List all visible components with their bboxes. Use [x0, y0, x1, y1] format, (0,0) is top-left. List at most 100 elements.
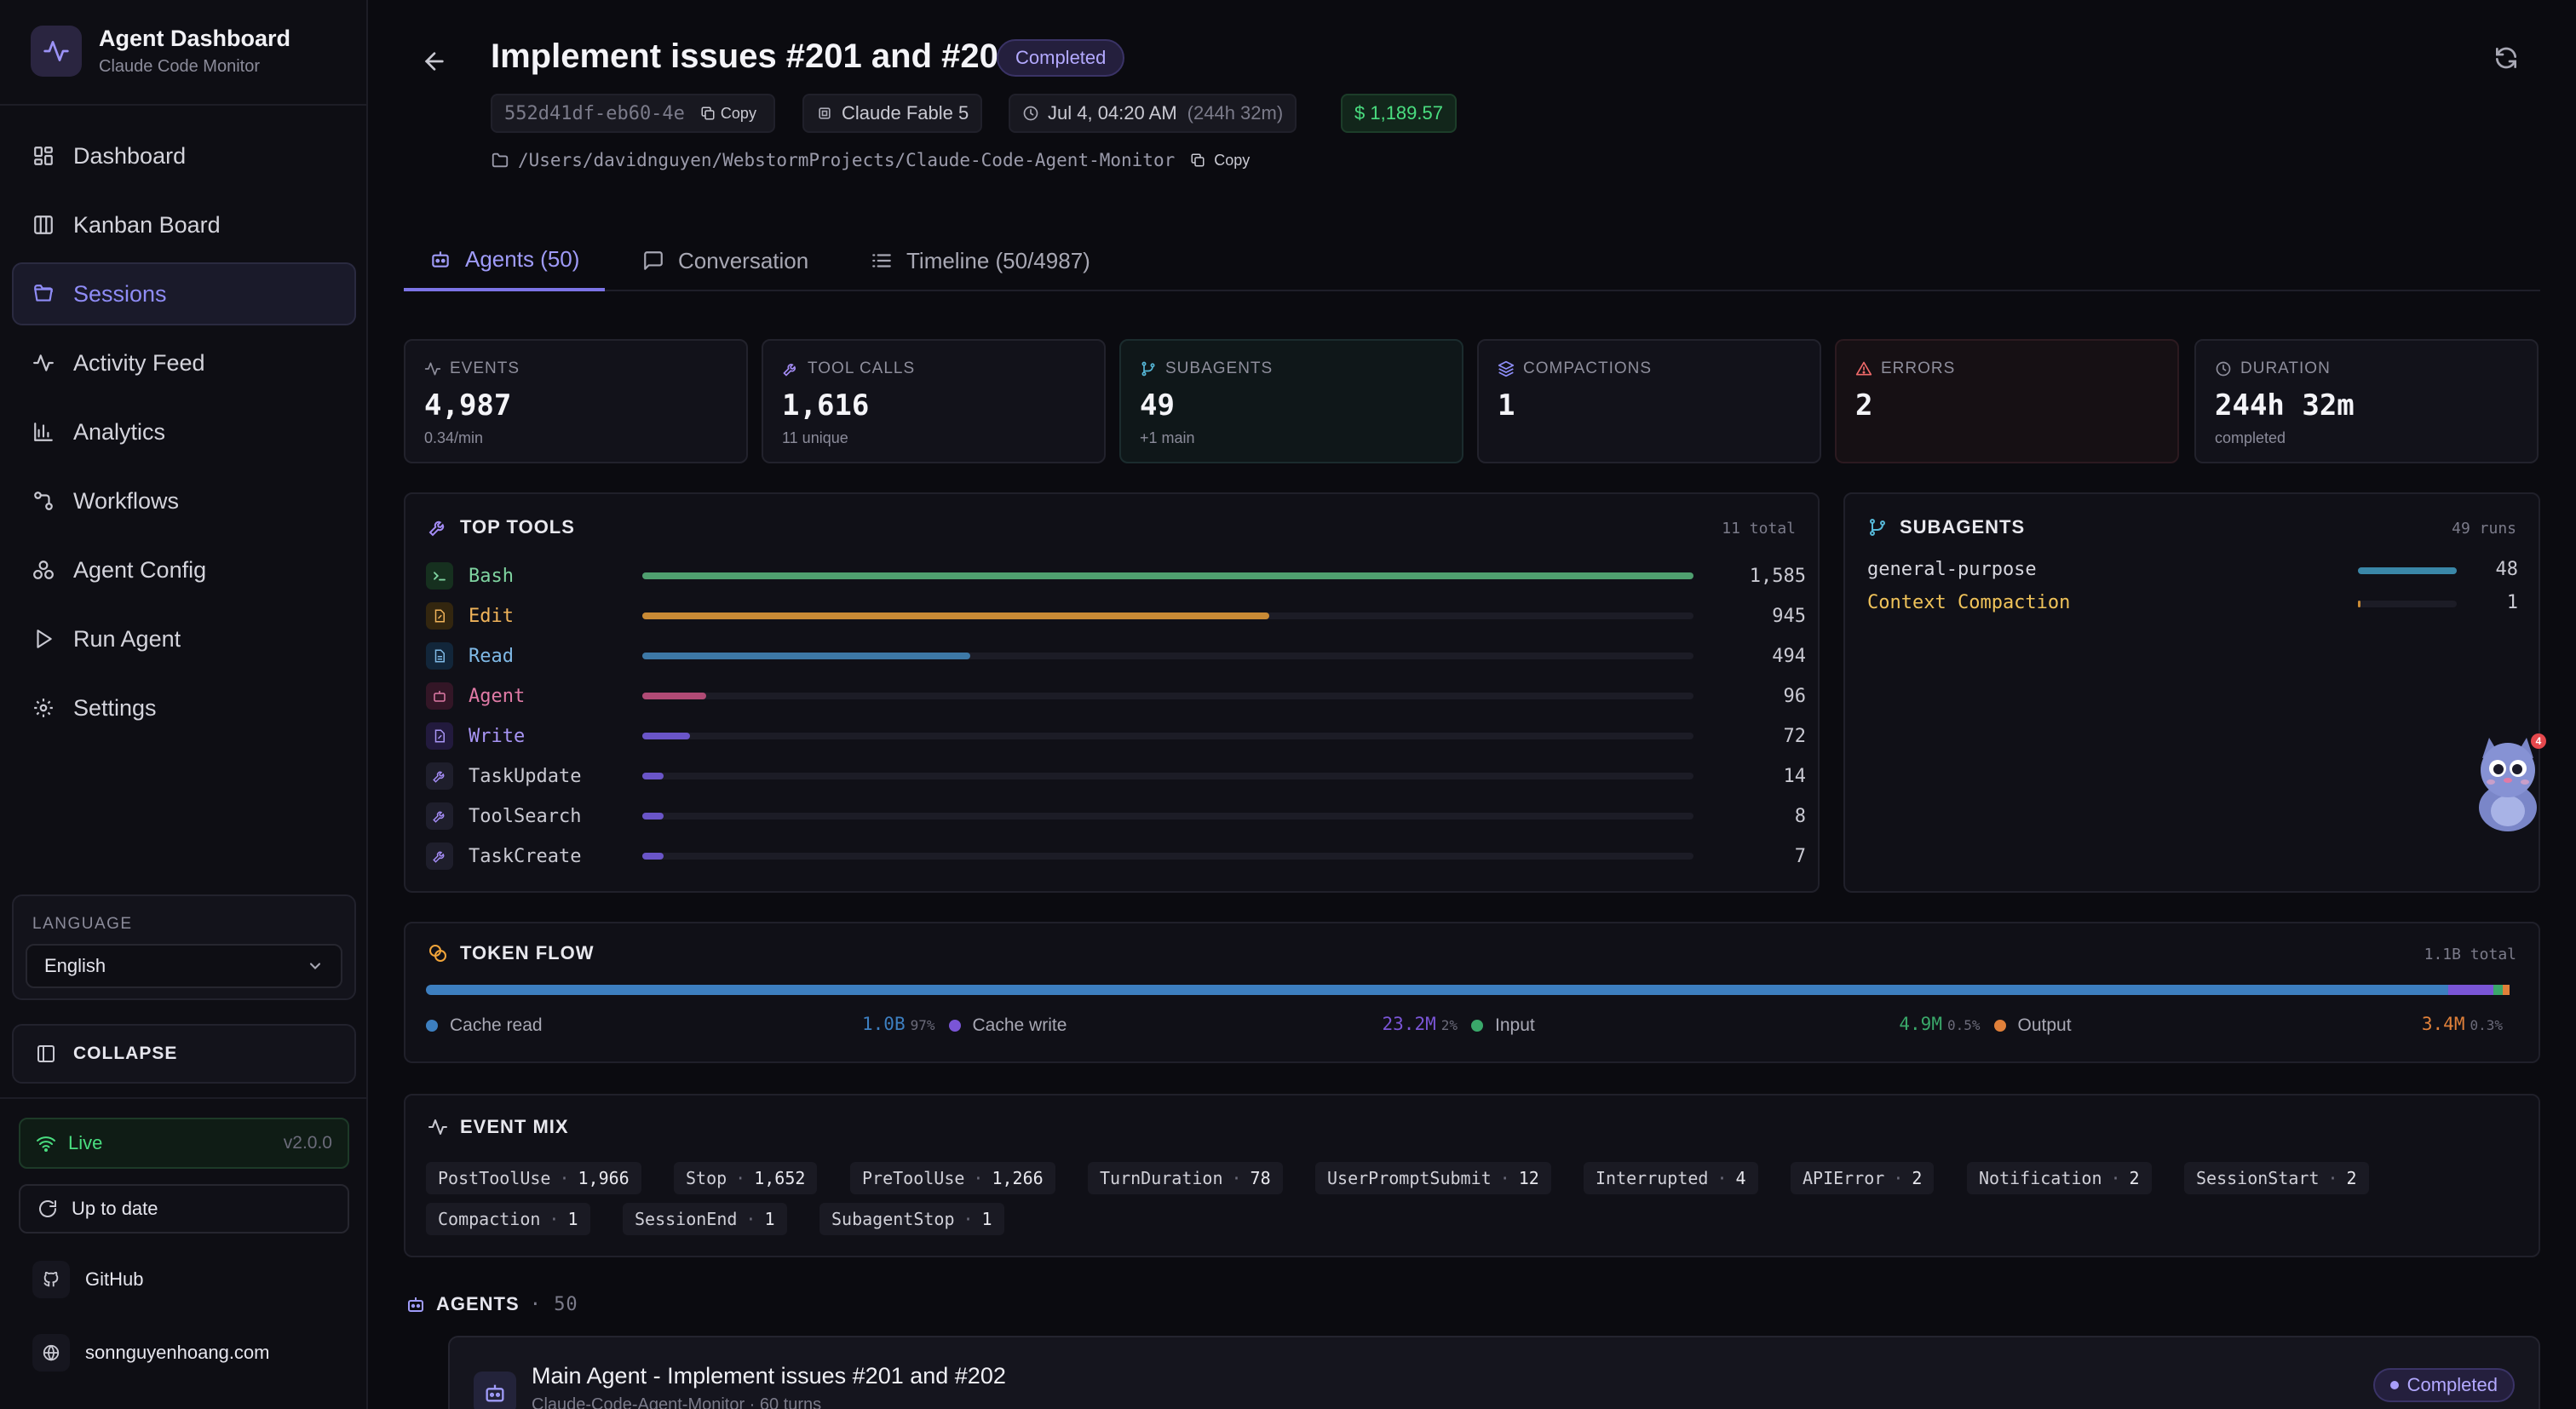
token-bar-segment — [2502, 985, 2510, 995]
sidebar-item-agent-config[interactable]: Agent Config — [12, 538, 356, 601]
token-value: 1.0B 97% — [862, 1014, 934, 1034]
legend-dot — [948, 1020, 961, 1032]
sidebar-item-label: Analytics — [73, 418, 166, 445]
file-write-icon — [426, 722, 453, 750]
sidebar-item-settings[interactable]: Settings — [12, 676, 356, 739]
tool-count: 945 — [1772, 606, 1806, 627]
globe-icon — [32, 1334, 70, 1372]
wifi-icon — [36, 1133, 68, 1153]
collapse-button[interactable]: COLLAPSE — [12, 1024, 356, 1084]
sidebar-item-label: Workflows — [73, 487, 180, 514]
github-label: GitHub — [85, 1268, 144, 1290]
stat-label: EVENTS — [450, 359, 520, 377]
stat-value: 49 — [1140, 388, 1175, 423]
agent-card-main[interactable]: Main Agent - Implement issues #201 and #… — [448, 1336, 2540, 1409]
arrow-left-icon — [421, 48, 448, 75]
clock-icon — [1022, 105, 1048, 122]
tool-row: TaskCreate 7 — [426, 839, 1806, 873]
refresh-icon — [2493, 44, 2520, 72]
copy-icon — [700, 106, 721, 121]
copy-id-button[interactable]: Copy — [700, 105, 756, 123]
stat-value: 1,616 — [782, 388, 870, 423]
token-percent: 2% — [1440, 1017, 1458, 1033]
token-legend-label: Input — [1495, 1015, 1535, 1035]
tool-count: 96 — [1783, 686, 1807, 707]
token-legend-item: Input — [1471, 1015, 1535, 1036]
project-path-row: /Users/davidnguyen/WebstormProjects/Clau… — [491, 150, 1250, 170]
tab-bar: Agents (50) Conversation Timeline (50/49… — [404, 230, 2540, 291]
event-name: PostToolUse — [438, 1168, 551, 1188]
tool-bar — [642, 853, 664, 860]
folder-open-icon — [32, 283, 73, 305]
activity-icon — [32, 352, 73, 374]
copy-label: Copy — [1214, 151, 1251, 169]
bot-icon — [405, 1294, 436, 1314]
stat-card-tool-calls: TOOL CALLS 1,616 11 unique — [762, 339, 1106, 463]
wrench-icon — [782, 360, 808, 377]
workflow-icon — [32, 490, 73, 512]
tool-name: Read — [469, 646, 514, 667]
tab-timeline[interactable]: Timeline (50/4987) — [871, 230, 1090, 291]
sidebar-item-analytics[interactable]: Analytics — [12, 400, 356, 463]
tool-name: Bash — [469, 566, 514, 587]
subagent-bar — [2358, 601, 2361, 607]
tool-name: TaskUpdate — [469, 766, 582, 787]
update-button[interactable]: Up to date — [19, 1184, 349, 1234]
tab-label: Timeline (50/4987) — [906, 247, 1090, 273]
sidebar-item-workflows[interactable]: Workflows — [12, 469, 356, 532]
event-count: 2 — [2346, 1168, 2357, 1188]
panel-title: TOP TOOLS — [460, 516, 575, 538]
sidebar-nav: Dashboard Kanban Board Sessions Activity… — [12, 124, 356, 745]
agents-heading: AGENTS · 50 — [405, 1293, 578, 1315]
refresh-button[interactable] — [2493, 44, 2520, 72]
event-count: 1,266 — [992, 1168, 1044, 1188]
message-icon — [642, 250, 678, 272]
git-branch-icon — [1140, 360, 1165, 377]
status-dot — [2389, 1381, 2399, 1389]
sidebar-item-run-agent[interactable]: Run Agent — [12, 607, 356, 670]
language-select[interactable]: English — [26, 944, 342, 988]
tool-bar — [642, 653, 970, 659]
tab-conversation[interactable]: Conversation — [642, 230, 808, 291]
brand[interactable]: Agent Dashboard Claude Code Monitor — [31, 26, 290, 77]
sidebar: Agent Dashboard Claude Code Monitor Dash… — [0, 0, 368, 1409]
token-percent: 97% — [910, 1017, 935, 1033]
subagent-name: general-purpose — [1867, 559, 2037, 580]
copy-path-button[interactable]: Copy — [1190, 152, 1250, 170]
mascot-cat-icon[interactable]: 4 — [2469, 733, 2547, 835]
github-link[interactable]: GitHub — [32, 1261, 143, 1298]
stat-label: SUBAGENTS — [1165, 359, 1274, 377]
sidebar-item-activity-feed[interactable]: Activity Feed — [12, 331, 356, 394]
event-name: TurnDuration — [1100, 1168, 1223, 1188]
website-link[interactable]: sonnguyenhoang.com — [32, 1334, 270, 1372]
sidebar-item-kanban[interactable]: Kanban Board — [12, 193, 356, 256]
event-name: SubagentStop — [831, 1209, 955, 1229]
token-legend-label: Cache write — [972, 1015, 1067, 1035]
token-amount: 1.0B — [862, 1014, 906, 1034]
event-mix-panel: EVENT MIX PostToolUse · 1,966 Stop · 1,652 Pre… — [404, 1094, 2540, 1257]
tool-row: Edit 945 — [426, 599, 1806, 633]
tab-label: Agents (50) — [465, 245, 580, 272]
sidebar-item-dashboard[interactable]: Dashboard — [12, 124, 356, 187]
tool-row: ToolSearch 8 — [426, 799, 1806, 833]
sidebar-item-label: Agent Config — [73, 556, 207, 583]
token-bar-segment — [426, 985, 2448, 995]
token-legend-item: Cache write — [948, 1015, 1067, 1036]
clock-icon — [2215, 360, 2240, 377]
token-legend-item: Output — [1993, 1015, 2072, 1036]
language-label: LANGUAGE — [32, 915, 133, 933]
notification-badge: 4 — [2536, 735, 2542, 747]
sidebar-item-sessions[interactable]: Sessions — [12, 262, 356, 325]
cpu-icon — [816, 105, 842, 122]
event-name: Compaction — [438, 1209, 541, 1229]
divider — [0, 1097, 366, 1099]
back-button[interactable] — [421, 48, 448, 75]
event-count: 1,966 — [578, 1168, 630, 1188]
subagent-bar-track — [2358, 601, 2457, 607]
tab-agents[interactable]: Agents (50) — [404, 230, 606, 291]
sidebar-item-label: Run Agent — [73, 625, 181, 652]
event-count: 2 — [1912, 1168, 1923, 1188]
event-tag: TurnDuration · 78 — [1088, 1162, 1283, 1194]
github-icon — [32, 1261, 70, 1298]
tool-bar — [642, 693, 706, 699]
